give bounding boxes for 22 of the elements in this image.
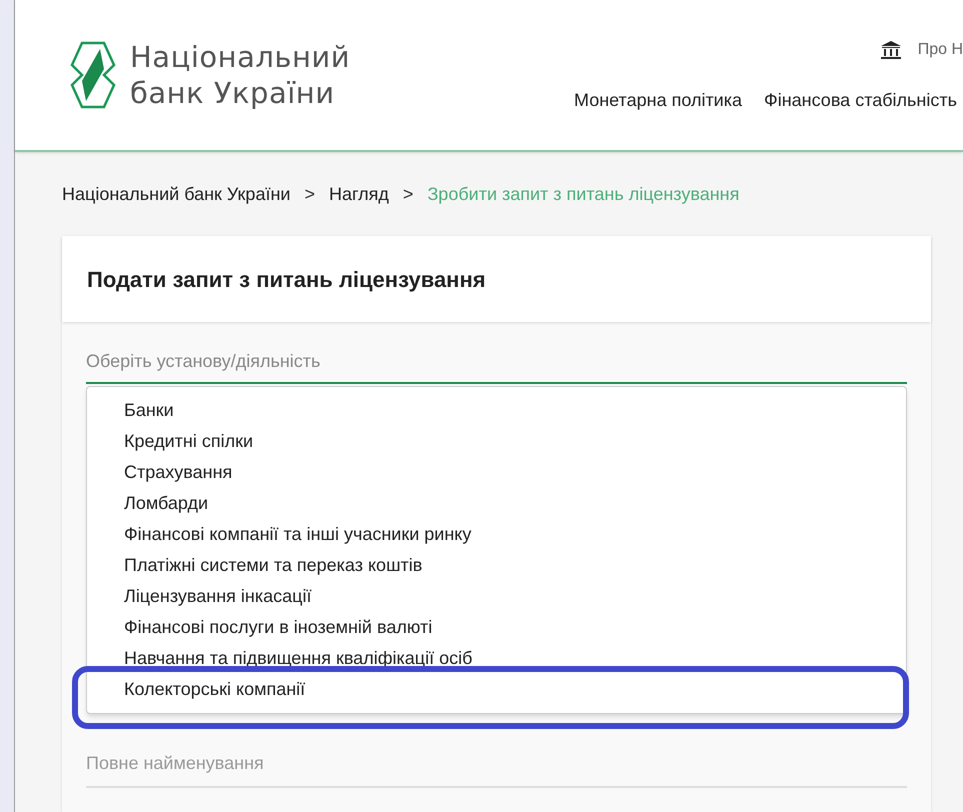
dropdown-option[interactable]: Навчання та підвищення кваліфікації осіб <box>87 643 906 674</box>
nav-link[interactable]: Монетарна політика <box>574 87 742 114</box>
breadcrumb-link[interactable]: Нагляд <box>328 180 389 208</box>
dropdown-option[interactable]: Банки <box>87 395 906 426</box>
breadcrumb-link[interactable]: Національний банк України <box>62 180 290 208</box>
top-link[interactable]: Про Н <box>918 38 963 62</box>
dropdown-option[interactable]: Фінансові компанії та інші учасники ринку <box>87 519 906 550</box>
dropdown-option[interactable]: Ломбарди <box>87 488 906 519</box>
dropdown-option[interactable]: Кредитні спілки <box>87 426 906 457</box>
dropdown-option[interactable]: Платіжні системи та переказ коштів <box>87 550 906 581</box>
card-title: Подати запит з питань ліцензування <box>87 266 486 294</box>
breadcrumb-separator: > <box>304 182 315 206</box>
breadcrumb-separator: > <box>402 182 414 206</box>
logo-text: Національний <box>130 39 350 75</box>
nav-link[interactable]: Фінансова стабільність <box>764 87 957 114</box>
dropdown-option[interactable]: Страхування <box>87 457 906 488</box>
dropdown-option[interactable]: Ліцензування інкасації <box>87 581 906 612</box>
logo-text: банк України <box>130 75 336 111</box>
bank-building-icon <box>880 40 902 60</box>
logo-icon <box>70 41 116 109</box>
dropdown-option[interactable]: Колекторські компанії <box>87 674 906 705</box>
dropdown-option[interactable]: Фінансові послуги в іноземній валюті <box>87 612 906 643</box>
